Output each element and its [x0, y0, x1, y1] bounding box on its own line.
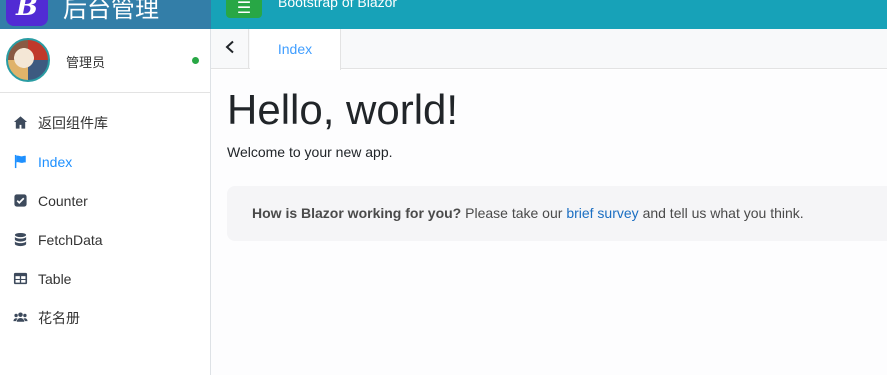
- sidebar-item-label: Table: [38, 270, 72, 287]
- home-icon: [12, 114, 29, 131]
- main-content: Hello, world! Welcome to your new app. H…: [211, 70, 887, 375]
- online-status-dot: [192, 57, 199, 64]
- sidebar-nav: 返回组件库 Index Counter FetchData Table 花名册: [0, 103, 210, 337]
- survey-text: How is Blazor working for you? Please ta…: [252, 205, 804, 221]
- survey-prompt: How is Blazor working for you? Please ta…: [227, 186, 887, 241]
- survey-link[interactable]: brief survey: [566, 205, 638, 221]
- page-heading: Hello, world!: [227, 86, 459, 133]
- hamburger-icon: ☰: [236, 0, 252, 17]
- sidebar-item-table[interactable]: Table: [0, 259, 210, 298]
- survey-prefix: Please take our: [465, 205, 563, 221]
- database-icon: [12, 231, 29, 248]
- sidebar-item-label: 花名册: [38, 309, 80, 326]
- brand-bar: B 后台管理: [0, 0, 211, 29]
- logo-letter: B: [16, 0, 38, 22]
- sidebar-item-back-to-components[interactable]: 返回组件库: [0, 103, 210, 142]
- sidebar-item-label: FetchData: [38, 231, 103, 248]
- sidebar-item-index[interactable]: Index: [0, 142, 210, 181]
- users-icon: [12, 309, 29, 326]
- blazor-logo[interactable]: B: [6, 0, 48, 26]
- welcome-text: Welcome to your new app.: [227, 144, 393, 160]
- sidebar: 管理员 返回组件库 Index Counter FetchData Table …: [0, 29, 211, 375]
- sidebar-item-label: 返回组件库: [38, 114, 108, 131]
- sidebar-item-roster[interactable]: 花名册: [0, 298, 210, 337]
- app-title: Bootstrap of Blazor: [278, 0, 398, 10]
- survey-suffix: and tell us what you think.: [642, 205, 804, 221]
- sidebar-item-label: Counter: [38, 192, 88, 209]
- flag-icon: [12, 153, 29, 170]
- sidebar-item-counter[interactable]: Counter: [0, 181, 210, 220]
- tab-back-button[interactable]: [211, 29, 249, 69]
- tab-bar: Index: [211, 29, 887, 70]
- survey-question: How is Blazor working for you?: [252, 205, 462, 221]
- sidebar-item-label: Index: [38, 153, 73, 170]
- avatar[interactable]: [6, 38, 50, 82]
- username: 管理员: [66, 55, 106, 70]
- sidebar-item-fetchdata[interactable]: FetchData: [0, 220, 210, 259]
- table-icon: [12, 270, 29, 287]
- tab-index[interactable]: Index: [250, 29, 341, 70]
- top-bar: ☰ Bootstrap of Blazor: [211, 0, 887, 29]
- brand-title: 后台管理: [63, 0, 159, 23]
- user-panel[interactable]: 管理员: [0, 29, 210, 93]
- checkbox-icon: [12, 192, 29, 209]
- chevron-left-icon: [224, 40, 236, 59]
- menu-toggle-button[interactable]: ☰: [226, 0, 262, 18]
